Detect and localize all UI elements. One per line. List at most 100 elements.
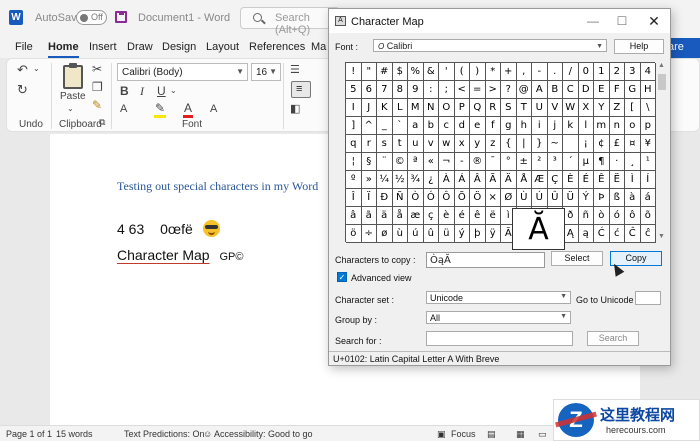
char-cell[interactable]: # [377,63,393,81]
char-cell[interactable]: 0 [578,63,594,81]
char-cell[interactable]: f [485,117,501,135]
char-cell[interactable]: À [439,171,455,189]
char-cell[interactable]: ð [563,207,579,225]
char-cell[interactable]: < [454,81,470,99]
char-cell[interactable]: Å [516,171,532,189]
char-cell[interactable]: 9 [408,81,424,99]
char-cell[interactable]: ¦ [346,153,362,171]
char-cell[interactable]: Ü [563,189,579,207]
char-cell[interactable]: Ø [501,189,517,207]
char-cell[interactable]: 3 [625,63,641,81]
char-cell[interactable]: b [423,117,439,135]
underline-button[interactable]: U [157,85,166,97]
italic-button[interactable]: I [140,85,144,97]
tab-insert[interactable]: Insert [89,41,117,53]
char-cell[interactable]: K [377,99,393,117]
char-cell[interactable]: U [532,99,548,117]
advanced-view-checkbox[interactable]: ✓ [337,272,347,282]
bold-button[interactable]: B [120,85,129,97]
select-button[interactable]: Select [551,251,603,266]
char-cell[interactable]: , [516,63,532,81]
char-cell[interactable]: _ [377,117,393,135]
char-cell[interactable]: c [439,117,455,135]
char-cell[interactable]: þ [470,225,486,243]
char-cell[interactable]: } [532,135,548,153]
search-for-input[interactable] [426,331,573,346]
document-line-3[interactable]: Character Map GP© [117,247,243,263]
char-cell[interactable]: Ô [439,189,455,207]
char-cell[interactable]: ë [485,207,501,225]
char-cell[interactable]: - [454,153,470,171]
bullets-icon[interactable]: ☰ [290,65,300,76]
char-cell[interactable]: Ć [594,225,610,243]
scroll-up-icon[interactable]: ▲ [658,62,665,69]
char-cell[interactable]: ; [439,81,455,99]
char-cell[interactable]: Á [454,171,470,189]
char-cell[interactable]: Ð [377,189,393,207]
char-cell[interactable]: ö [346,225,362,243]
char-cell[interactable]: à [625,189,641,207]
char-cell[interactable]: ê [470,207,486,225]
char-cell[interactable]: Ç [547,171,563,189]
char-cell[interactable]: v [423,135,439,153]
tab-home[interactable]: Home [48,41,79,58]
char-cell[interactable]: ® [470,153,486,171]
char-cell[interactable]: ] [346,117,362,135]
char-cell[interactable]: ¸ [625,153,641,171]
font-size-dropdown[interactable]: 16 ▼ [251,63,281,81]
char-cell[interactable]: ¤ [625,135,641,153]
char-cell[interactable]: Û [547,189,563,207]
char-cell[interactable]: ` [392,117,408,135]
char-cell[interactable]: © [392,153,408,171]
tab-references[interactable]: References [249,41,305,53]
char-cell[interactable]: ú [408,225,424,243]
char-cell[interactable]: ĉ [640,225,656,243]
char-cell[interactable]: Ñ [392,189,408,207]
char-cell[interactable]: ¨ [377,153,393,171]
char-cell[interactable]: Î [346,189,362,207]
char-cell[interactable]: D [578,81,594,99]
char-cell[interactable]: P [454,99,470,117]
char-cell[interactable]: m [594,117,610,135]
char-cell[interactable]: " [361,63,377,81]
char-cell[interactable]: $ [392,63,408,81]
char-cell[interactable]: Æ [532,171,548,189]
char-cell[interactable]: V [547,99,563,117]
char-cell[interactable]: C [563,81,579,99]
char-cell[interactable]: Z [609,99,625,117]
char-cell[interactable]: º [346,171,362,189]
char-cell[interactable]: \ [640,99,656,117]
char-cell[interactable]: ć [609,225,625,243]
font-color-icon[interactable]: A [183,101,194,118]
char-cell[interactable]: ò [594,207,610,225]
char-cell[interactable]: á [640,189,656,207]
char-cell[interactable]: ¯ [485,153,501,171]
character-grid[interactable]: ! " # $% & '() * +, -./0 1 2 3 4 5 6 7 8 9:; < = >? @ A B C D E F G H… [345,62,656,243]
char-cell[interactable]: Ù [516,189,532,207]
char-cell[interactable]: o [625,117,641,135]
char-cell[interactable]: p [640,117,656,135]
char-cell[interactable]: ü [439,225,455,243]
char-cell[interactable]: E [594,81,610,99]
char-cell[interactable]: Q [470,99,486,117]
char-cell[interactable]: 1 [594,63,610,81]
char-cell[interactable]: ´ [563,153,579,171]
char-cell[interactable]: ñ [578,207,594,225]
char-cell[interactable]: y [470,135,486,153]
format-painter-icon[interactable]: ✎ [92,99,102,111]
char-cell[interactable]: 8 [392,81,408,99]
char-cell[interactable]: ª [408,153,424,171]
char-cell[interactable]: ² [532,153,548,171]
char-cell[interactable]: R [485,99,501,117]
char-cell[interactable]: ) [470,63,486,81]
help-button[interactable]: Help [614,39,664,54]
char-cell[interactable]: B [547,81,563,99]
word-count[interactable]: 15 words [56,429,93,439]
char-cell[interactable]: ^ [361,117,377,135]
char-cell[interactable]: ³ [547,153,563,171]
char-cell[interactable]: u [408,135,424,153]
character-set-dropdown[interactable]: Unicode ▼ [426,291,571,304]
char-cell[interactable]: É [578,171,594,189]
char-cell[interactable]: w [439,135,455,153]
close-icon[interactable]: ✕ [644,13,664,29]
